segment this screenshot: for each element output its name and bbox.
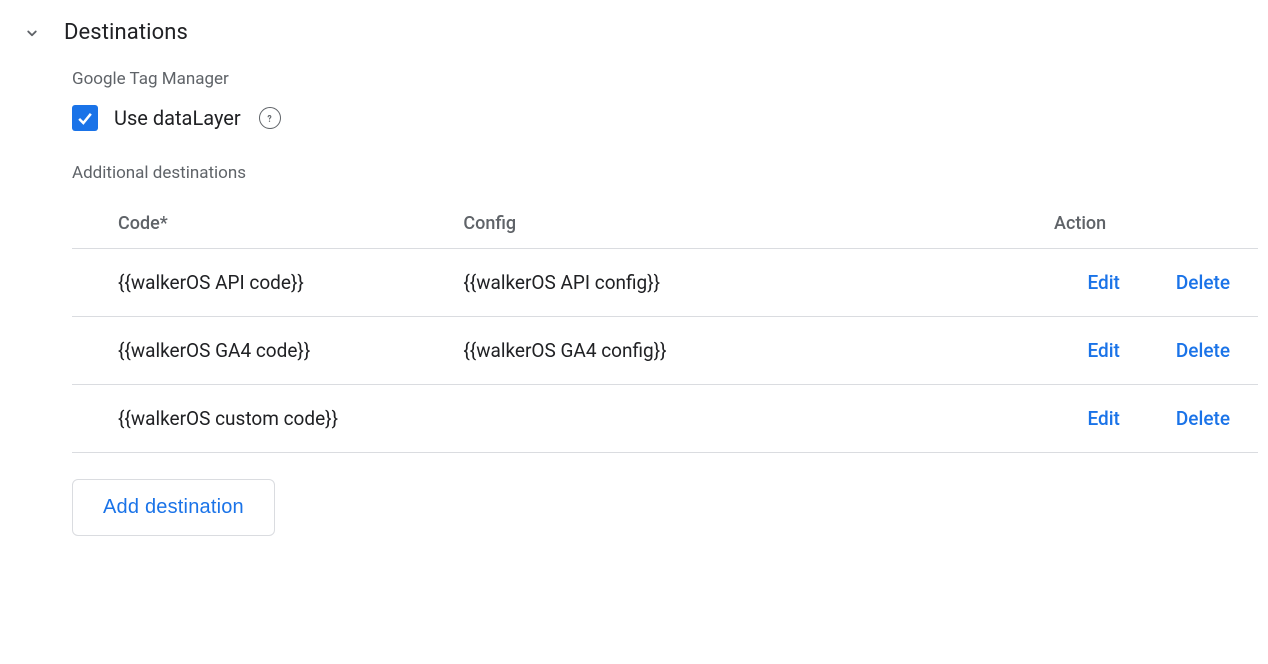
- table-row: {{walkerOS custom code}} Edit Delete: [72, 385, 1258, 453]
- add-destination-button[interactable]: Add destination: [72, 479, 275, 536]
- use-datalayer-checkbox[interactable]: Use dataLayer: [72, 105, 241, 131]
- destinations-panel: Destinations Google Tag Manager Use data…: [0, 0, 1268, 556]
- delete-link[interactable]: Delete: [1176, 271, 1230, 294]
- table-row: {{walkerOS GA4 code}}{{walkerOS GA4 conf…: [72, 317, 1258, 385]
- cell-config: {{walkerOS API config}}: [463, 249, 902, 317]
- cell-code: {{walkerOS custom code}}: [72, 385, 463, 453]
- table-header-row: Code* Config Action: [72, 199, 1258, 249]
- chevron-down-icon[interactable]: [20, 21, 44, 45]
- cell-action: Edit Delete: [902, 385, 1258, 453]
- cell-code: {{walkerOS GA4 code}}: [72, 317, 463, 385]
- section-content: Google Tag Manager Use dataLayer Additio…: [20, 69, 1258, 536]
- cell-code: {{walkerOS API code}}: [72, 249, 463, 317]
- edit-link[interactable]: Edit: [1087, 271, 1119, 294]
- table-row: {{walkerOS API code}}{{walkerOS API conf…: [72, 249, 1258, 317]
- section-title: Destinations: [64, 20, 188, 45]
- section-header: Destinations: [20, 20, 1258, 45]
- col-header-action: Action: [902, 199, 1258, 249]
- additional-label: Additional destinations: [72, 163, 1258, 183]
- delete-link[interactable]: Delete: [1176, 339, 1230, 362]
- edit-link[interactable]: Edit: [1087, 339, 1119, 362]
- cell-config: {{walkerOS GA4 config}}: [463, 317, 902, 385]
- gtm-label: Google Tag Manager: [72, 69, 1258, 89]
- action-links: Edit Delete: [902, 407, 1258, 430]
- action-links: Edit Delete: [902, 339, 1258, 362]
- cell-action: Edit Delete: [902, 249, 1258, 317]
- cell-action: Edit Delete: [902, 317, 1258, 385]
- action-links: Edit Delete: [902, 271, 1258, 294]
- help-icon[interactable]: [259, 107, 281, 129]
- checkbox-label: Use dataLayer: [114, 106, 241, 130]
- delete-link[interactable]: Delete: [1176, 407, 1230, 430]
- use-datalayer-row: Use dataLayer: [72, 105, 1258, 131]
- edit-link[interactable]: Edit: [1087, 407, 1119, 430]
- destinations-table: Code* Config Action {{walkerOS API code}…: [72, 199, 1258, 453]
- col-header-config: Config: [463, 199, 902, 249]
- col-header-code: Code*: [72, 199, 463, 249]
- checkbox-checked-icon: [72, 105, 98, 131]
- cell-config: [463, 385, 902, 453]
